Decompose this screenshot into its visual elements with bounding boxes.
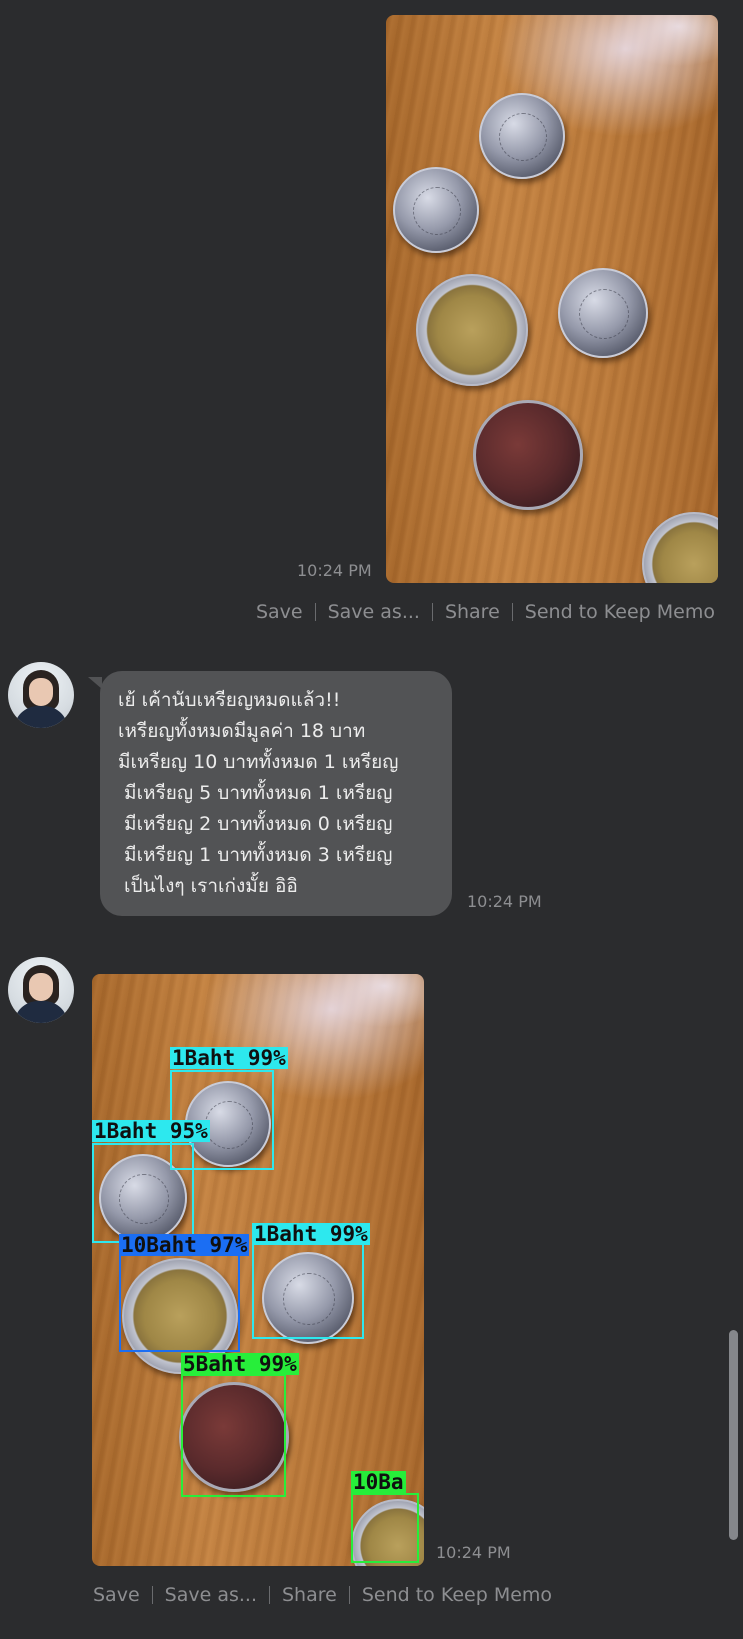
coin-image bbox=[479, 93, 565, 179]
message-line: มีเหรียญ 2 บาททั้งหมด 0 เหรียญ bbox=[118, 813, 393, 835]
avatar-body bbox=[14, 1001, 68, 1023]
message-bubble[interactable]: เย้ เค้านับเหรียญหมดแล้ว!! เหรียญทั้งหมด… bbox=[88, 671, 452, 916]
user-avatar-icon[interactable] bbox=[8, 957, 74, 1023]
save-button[interactable]: Save bbox=[93, 1584, 140, 1606]
message-line: เป็นไงๆ เราเก่งมั้ย อิอิ bbox=[118, 875, 298, 897]
sent-photo[interactable] bbox=[386, 15, 718, 583]
share-button[interactable]: Share bbox=[445, 601, 500, 623]
save-button[interactable]: Save bbox=[256, 601, 303, 623]
divider bbox=[431, 603, 433, 621]
message-time: 10:24 PM bbox=[436, 1543, 511, 1562]
coin-image bbox=[473, 400, 583, 510]
photo-actions-bar: Save Save as... Share Send to Keep Memo bbox=[256, 601, 715, 623]
avatar-face bbox=[29, 678, 53, 706]
divider bbox=[268, 1586, 270, 1604]
detection-box bbox=[92, 1143, 194, 1243]
user-avatar-icon[interactable] bbox=[8, 662, 74, 728]
photo-actions-bar: Save Save as... Share Send to Keep Memo bbox=[93, 1584, 552, 1606]
detection-photo[interactable]: 1Baht 99% 1Baht 95% 10Baht 97% 1Baht 99%… bbox=[92, 974, 424, 1566]
message-line: เหรียญทั้งหมดมีมูลค่า 18 บาท bbox=[118, 720, 366, 742]
message-line: มีเหรียญ 5 บาททั้งหมด 1 เหรียญ bbox=[118, 782, 393, 804]
save-as-button[interactable]: Save as... bbox=[328, 601, 420, 623]
detection-label: 10Baht 97% bbox=[119, 1233, 250, 1257]
scrollbar-thumb[interactable] bbox=[729, 1330, 738, 1540]
avatar-face bbox=[29, 973, 53, 1001]
message-line: มีเหรียญ 10 บาททั้งหมด 1 เหรียญ bbox=[118, 751, 399, 773]
detection-label: 1Baht 99% bbox=[252, 1222, 370, 1246]
message-time: 10:24 PM bbox=[297, 561, 372, 580]
detection-box bbox=[351, 1493, 419, 1563]
divider bbox=[314, 603, 316, 621]
avatar-body bbox=[14, 706, 68, 728]
message-time: 10:24 PM bbox=[467, 892, 542, 911]
detection-label: 5Baht 99% bbox=[181, 1352, 299, 1376]
share-button[interactable]: Share bbox=[282, 1584, 337, 1606]
send-to-keep-memo-button[interactable]: Send to Keep Memo bbox=[362, 1584, 552, 1606]
detection-box bbox=[181, 1374, 286, 1497]
coin-image bbox=[416, 274, 528, 386]
coin-image bbox=[642, 512, 718, 583]
coin-image bbox=[393, 167, 479, 253]
detection-label: 1Baht 99% bbox=[170, 1046, 288, 1070]
message-line: มีเหรียญ 1 บาททั้งหมด 3 เหรียญ bbox=[118, 844, 393, 866]
send-to-keep-memo-button[interactable]: Send to Keep Memo bbox=[525, 601, 715, 623]
save-as-button[interactable]: Save as... bbox=[165, 1584, 257, 1606]
divider bbox=[348, 1586, 350, 1604]
coin-image bbox=[558, 268, 648, 358]
detection-label: 10Ba bbox=[351, 1470, 406, 1494]
divider bbox=[151, 1586, 153, 1604]
divider bbox=[511, 603, 513, 621]
detection-label: 1Baht 95% bbox=[92, 1119, 210, 1143]
detection-box bbox=[252, 1238, 364, 1339]
message-line: เย้ เค้านับเหรียญหมดแล้ว!! bbox=[118, 689, 341, 711]
